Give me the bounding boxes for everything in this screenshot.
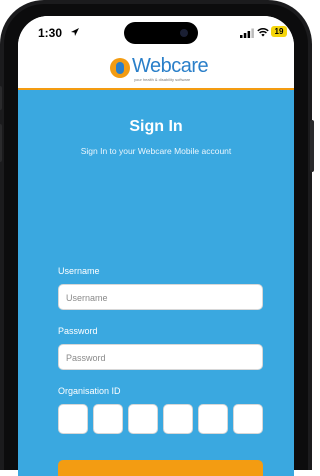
- app-header: Webcare your health & disability softwar…: [18, 52, 294, 90]
- volume-button-down: [0, 124, 2, 162]
- organisation-id-label: Organisation ID: [58, 386, 121, 396]
- sign-in-button[interactable]: [58, 460, 263, 476]
- logo-text: Webcare: [132, 55, 209, 77]
- org-id-digit-5[interactable]: [198, 404, 228, 434]
- dynamic-island: [124, 22, 198, 44]
- password-label: Password: [58, 326, 98, 336]
- webcare-logo-icon: [110, 58, 130, 78]
- phone-screen: 1:30 19 Webcare your health & disability…: [18, 16, 294, 476]
- status-time: 1:30: [38, 26, 63, 40]
- org-id-digit-4[interactable]: [163, 404, 193, 434]
- username-label: Username: [58, 266, 100, 276]
- cellular-signal-icon: [240, 28, 254, 38]
- front-camera-icon: [180, 29, 188, 37]
- signin-panel: Sign In Sign In to your Webcare Mobile a…: [18, 90, 294, 476]
- org-id-digit-6[interactable]: [233, 404, 263, 434]
- battery-indicator: 19: [271, 26, 287, 37]
- org-id-digit-1[interactable]: [58, 404, 88, 434]
- logo-figure: [116, 62, 124, 74]
- status-bar: 1:30 19: [18, 16, 294, 52]
- password-input[interactable]: Password: [58, 344, 263, 370]
- power-button: [310, 120, 314, 172]
- org-id-digit-3[interactable]: [128, 404, 158, 434]
- org-id-digit-2[interactable]: [93, 404, 123, 434]
- page-subtitle: Sign In to your Webcare Mobile account: [80, 146, 232, 156]
- location-arrow-icon: [71, 28, 79, 36]
- wifi-icon: [257, 28, 269, 37]
- volume-button-up: [0, 86, 2, 110]
- page-title: Sign In: [129, 118, 183, 135]
- logo-tagline: your health & disability software: [134, 77, 191, 82]
- username-input[interactable]: Username: [58, 284, 263, 310]
